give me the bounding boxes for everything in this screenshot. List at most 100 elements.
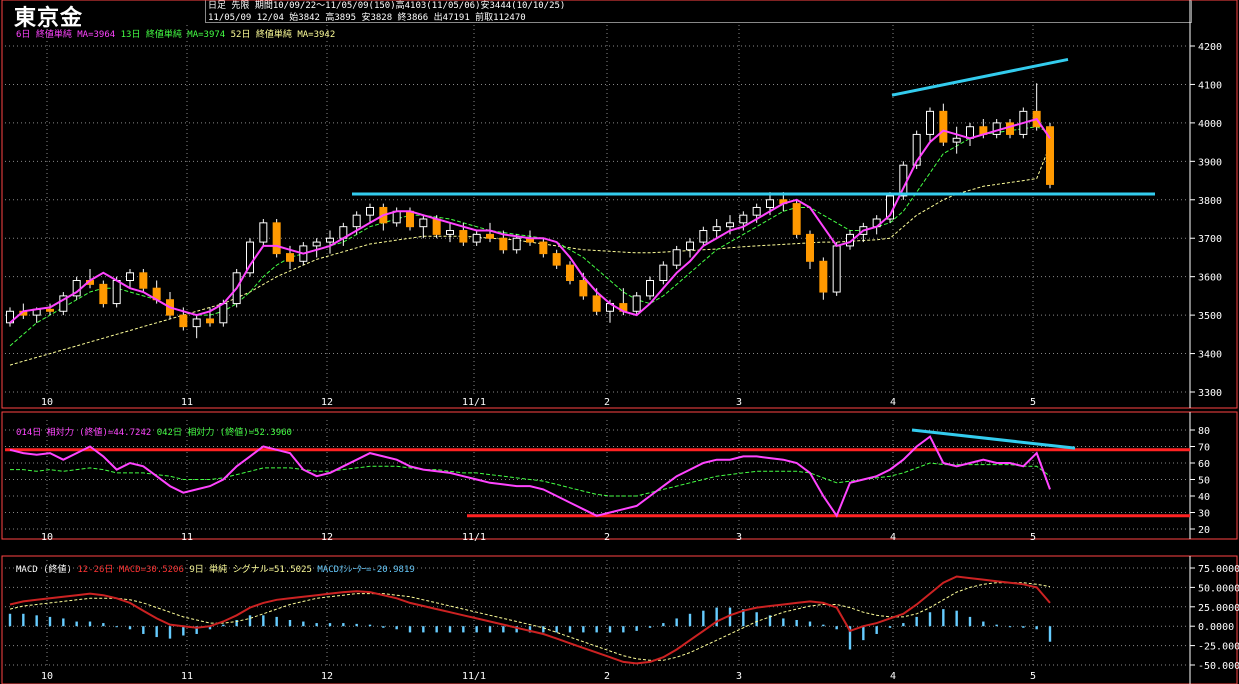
oscillator-bar [982,621,985,627]
candle-body [939,110,948,143]
candle-body [926,110,934,135]
macd-y-tick-label: 75.0000 [1198,564,1239,575]
oscillator-bar [955,610,958,627]
x-tick-label: 10 [41,532,53,543]
oscillator-bar [168,626,172,639]
candle-body [499,237,508,251]
oscillator-bar [355,623,358,627]
candle-body [419,218,428,228]
oscillator-bar [368,624,372,627]
oscillator-bar [1035,626,1038,630]
oscillator-bar [915,616,918,627]
oscillator-bar [35,615,38,627]
candle-body [112,280,121,305]
price-y-tick-label: 3500 [1198,311,1222,322]
x-tick-label: 2 [604,671,610,682]
oscillator-bar [995,624,998,627]
candle-body [699,230,708,243]
macd-line [9,575,1051,665]
candle-body [352,214,361,228]
candle-body [952,137,961,143]
rsi-y-tick-label: 40 [1198,492,1210,503]
candle-body [312,241,321,247]
candle-body [726,222,734,228]
oscillator-bar [888,626,892,628]
candle-body [552,253,561,266]
oscillator-bar [475,626,478,633]
candle-body [432,218,441,235]
oscillator-bar [408,626,412,633]
rsi-y-tick-label: 30 [1198,509,1210,520]
oscillator-bar [942,609,945,627]
oscillator-bar [782,618,785,627]
oscillator-bar [862,626,865,641]
x-tick-label: 2 [604,397,610,408]
x-tick-label: 12 [321,397,333,408]
x-tick-label: 5 [1030,671,1036,682]
rsi-y-tick-label: 50 [1198,476,1210,487]
candle-body [766,199,774,208]
candle-body [446,230,454,235]
rsi-y-tick-label: 60 [1198,459,1210,470]
candle-body [126,272,134,282]
chart-canvas: 10 11 12 11/1 2 3 4 5 10 11 12 11/1 2 3 4 5 10 11 12 11/1 2 3… [1,0,1239,684]
oscillator-bar [462,626,465,633]
oscillator-bar [222,624,225,627]
candle-body [792,203,801,235]
oscillator-bar [155,626,158,638]
candle-body [206,318,214,324]
oscillator-bar [182,626,185,636]
oscillator-bar [968,616,972,627]
candle-body [192,318,201,328]
oscillator-bar [662,623,665,627]
oscillator-bar [328,623,332,627]
oscillator-bar [315,623,318,627]
oscillator-bar [795,619,798,627]
candle-body [179,314,188,328]
oscillator-bar [502,626,505,633]
price-y-tick-label: 3600 [1198,273,1222,284]
oscillator-bar [422,626,425,633]
resistance-trendline [891,57,1069,97]
oscillator-bar [302,621,305,627]
candle-body [712,226,721,232]
candle-body [579,280,588,297]
ma52-line [9,145,1051,366]
candle-body [592,295,601,312]
x-tick-label: 3 [736,671,742,682]
x-tick-label: 11/1 [462,397,486,408]
x-tick-label: 5 [1030,532,1036,543]
candle-body [832,245,841,293]
candle-body [259,222,268,243]
oscillator-bar [715,607,718,627]
candle-body [272,222,281,255]
candle-body [366,206,374,216]
oscillator-bar [248,615,252,627]
oscillator-bar [1022,626,1025,628]
candle-body [139,272,148,289]
candle-body [659,264,668,282]
oscillator-bar [8,613,12,627]
x-tick-label: 3 [736,397,742,408]
oscillator-bar [435,626,438,633]
oscillator-bar [75,621,78,627]
candle-body [672,249,681,266]
x-tick-label: 11 [181,532,193,543]
x-tick-label: 12 [321,532,333,543]
x-tick-label: 4 [890,397,896,408]
candle-body [512,237,521,251]
x-tick-label: 12 [321,671,333,682]
candle-body [739,214,748,224]
oscillator-bar [555,626,558,633]
price-y-tick-label: 3800 [1198,196,1222,207]
oscillator-bar [275,616,278,627]
oscillator-bar [635,626,638,631]
price-y-tick-label: 4100 [1198,80,1222,91]
candle-body [46,308,54,312]
oscillator-bar [342,623,345,627]
oscillator-bar [1008,626,1012,628]
price-y-tick-label: 3900 [1198,157,1222,168]
oscillator-bar [608,626,612,633]
macd-y-tick-label: -50.0000 [1198,661,1239,672]
macd-y-tick-label: 25.0000 [1198,603,1239,614]
